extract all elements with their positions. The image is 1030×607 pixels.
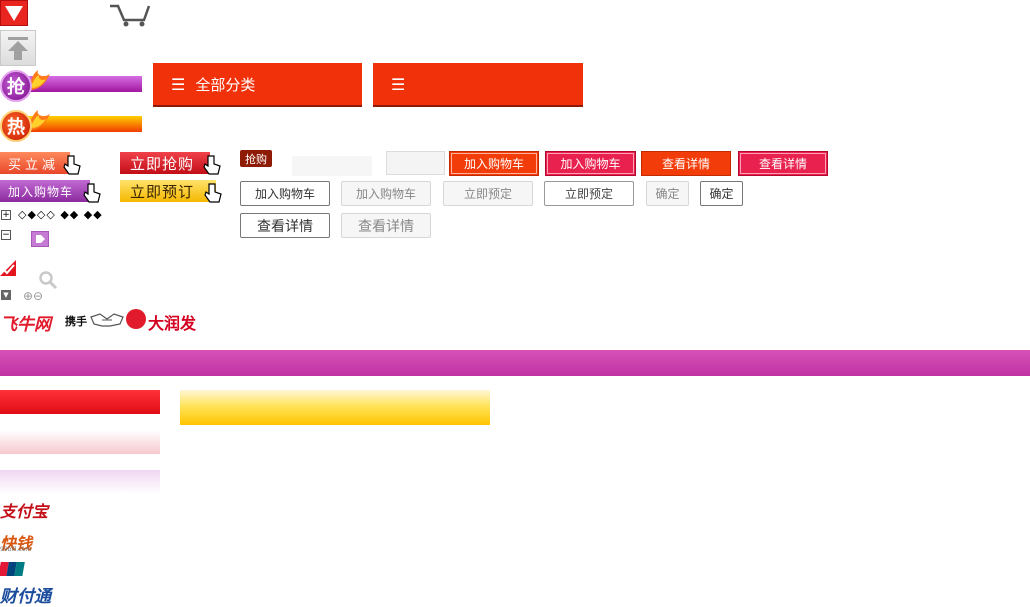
reserve-now-label: 立即预订 [130,182,195,201]
menu-icon: ☰ [391,74,406,94]
add-to-cart-button[interactable]: 加入购物车 [240,181,330,206]
runfa-logo-text: 大润发 [148,314,197,333]
rush-badge-text: 抢 [7,77,25,98]
categories-bar-collapsed[interactable]: ☰ [373,63,583,105]
dropdown-arrow-icon[interactable] [0,0,28,26]
kuaiqian-domain-text: 99bill.com [0,546,32,553]
menu-icon: ☰ [171,74,186,94]
view-details-label: 查看详情 [257,218,313,235]
confirm-label: 确定 [709,187,734,201]
back-to-top-button[interactable] [0,30,36,66]
together-with-text: 携手 [65,315,87,328]
rush-badge-icon: 抢 [0,70,32,102]
reserve-disabled-button[interactable]: 立即预定 [443,181,533,206]
arrow-sprites-icon: ◇◆◇◇ ◆◆ ◆◆ [18,208,103,221]
hot-badge-icon: 热 [0,110,32,142]
hand-cursor-icon [203,155,221,175]
search-icon[interactable] [38,270,58,290]
add-to-cart-label: 加入购物车 [8,184,74,199]
placeholder-block [292,156,372,176]
add-to-cart-button[interactable]: 加入购物车 [545,151,636,176]
confirm-button[interactable]: 确定 [700,181,743,206]
small-dropdown-icon[interactable]: ▼ [1,290,11,300]
add-to-cart-label: 加入购物车 [560,157,621,171]
runfa-logo: 大润发 [148,310,196,334]
view-details-label: 查看详情 [661,157,710,171]
view-details-disabled-button[interactable]: 查看详情 [341,213,431,238]
all-categories-bar[interactable]: ☰ 全部分类 [153,63,362,105]
hand-cursor-icon [204,183,222,203]
reserve-button[interactable]: 立即预定 [544,181,634,206]
add-to-cart-button[interactable]: 加入购物车 [449,151,539,176]
red-gradient-strip [0,390,160,414]
runfa-logo-icon [126,309,146,329]
add-to-cart-mini-button[interactable]: 加入购物车 [0,180,90,202]
expand-glyph: + [2,210,10,220]
collapse-icon[interactable]: − [1,230,11,240]
expand-icon[interactable]: + [1,210,11,220]
buy-now-discount-button[interactable]: 买立减 [0,152,70,174]
add-to-cart-label: 加入购物车 [355,187,416,201]
rush-buy-label: 立即抢购 [130,154,195,173]
feiniu-logo: 飞牛网 [0,310,51,335]
alipay-logo-text: 支付宝 [0,502,49,521]
magenta-nav-bar [0,350,1030,376]
tag-icon [31,231,49,247]
zoom-in-out-icon[interactable]: ⊕⊖ [23,289,43,303]
rush-buy-tag: 抢购 [240,150,272,167]
view-details-label: 查看详情 [358,218,414,235]
buy-now-label: 买立减 [8,157,60,173]
collapse-glyph: − [2,230,10,240]
arrow-sprites-glyphs: ◇◆◇◇ ◆◆ ◆◆ [18,208,103,221]
reserve-label: 立即预定 [564,187,613,201]
view-details-label: 查看详情 [758,157,807,171]
kuaiqian-domain: 99bill.com [0,546,31,553]
view-details-button[interactable]: 查看详情 [738,151,828,176]
pink-gradient-strip [0,430,160,454]
hand-cursor-icon [63,155,81,175]
reserve-now-button[interactable]: 立即预订 [120,180,216,202]
zoom-glyphs: ⊕⊖ [23,289,44,303]
handshake-icon [90,313,124,327]
add-to-cart-label: 加入购物车 [254,187,315,201]
rush-buy-button[interactable]: 立即抢购 [120,152,210,174]
tenpay-logo-text: 财付通 [0,587,51,607]
up-arrow-icon [8,37,28,60]
rush-buy-tag-label: 抢购 [245,152,267,166]
tenpay-logo: 财付通 [0,582,51,607]
unionpay-logo [0,562,25,576]
reserve-label: 立即预定 [463,187,512,201]
checkmark-icon [0,260,16,276]
yellow-gradient-strip [180,390,490,425]
confirm-label: 确定 [655,187,680,201]
hot-badge-text: 热 [7,117,25,138]
hand-cursor-icon [83,183,101,203]
feiniu-logo-text: 飞牛网 [0,315,51,335]
view-details-button[interactable]: 查看详情 [641,151,731,176]
all-categories-label: 全部分类 [195,75,256,94]
shopping-cart-icon[interactable] [108,0,154,28]
alipay-logo: 支付宝 [0,498,48,522]
together-with-label: 携手 [65,313,87,329]
view-details-button[interactable]: 查看详情 [240,213,330,238]
disabled-button-blank [386,151,445,175]
add-to-cart-disabled-button[interactable]: 加入购物车 [341,181,431,206]
purple-gradient-strip [0,470,160,494]
add-to-cart-label: 加入购物车 [463,157,524,171]
confirm-disabled-button[interactable]: 确定 [646,181,689,206]
